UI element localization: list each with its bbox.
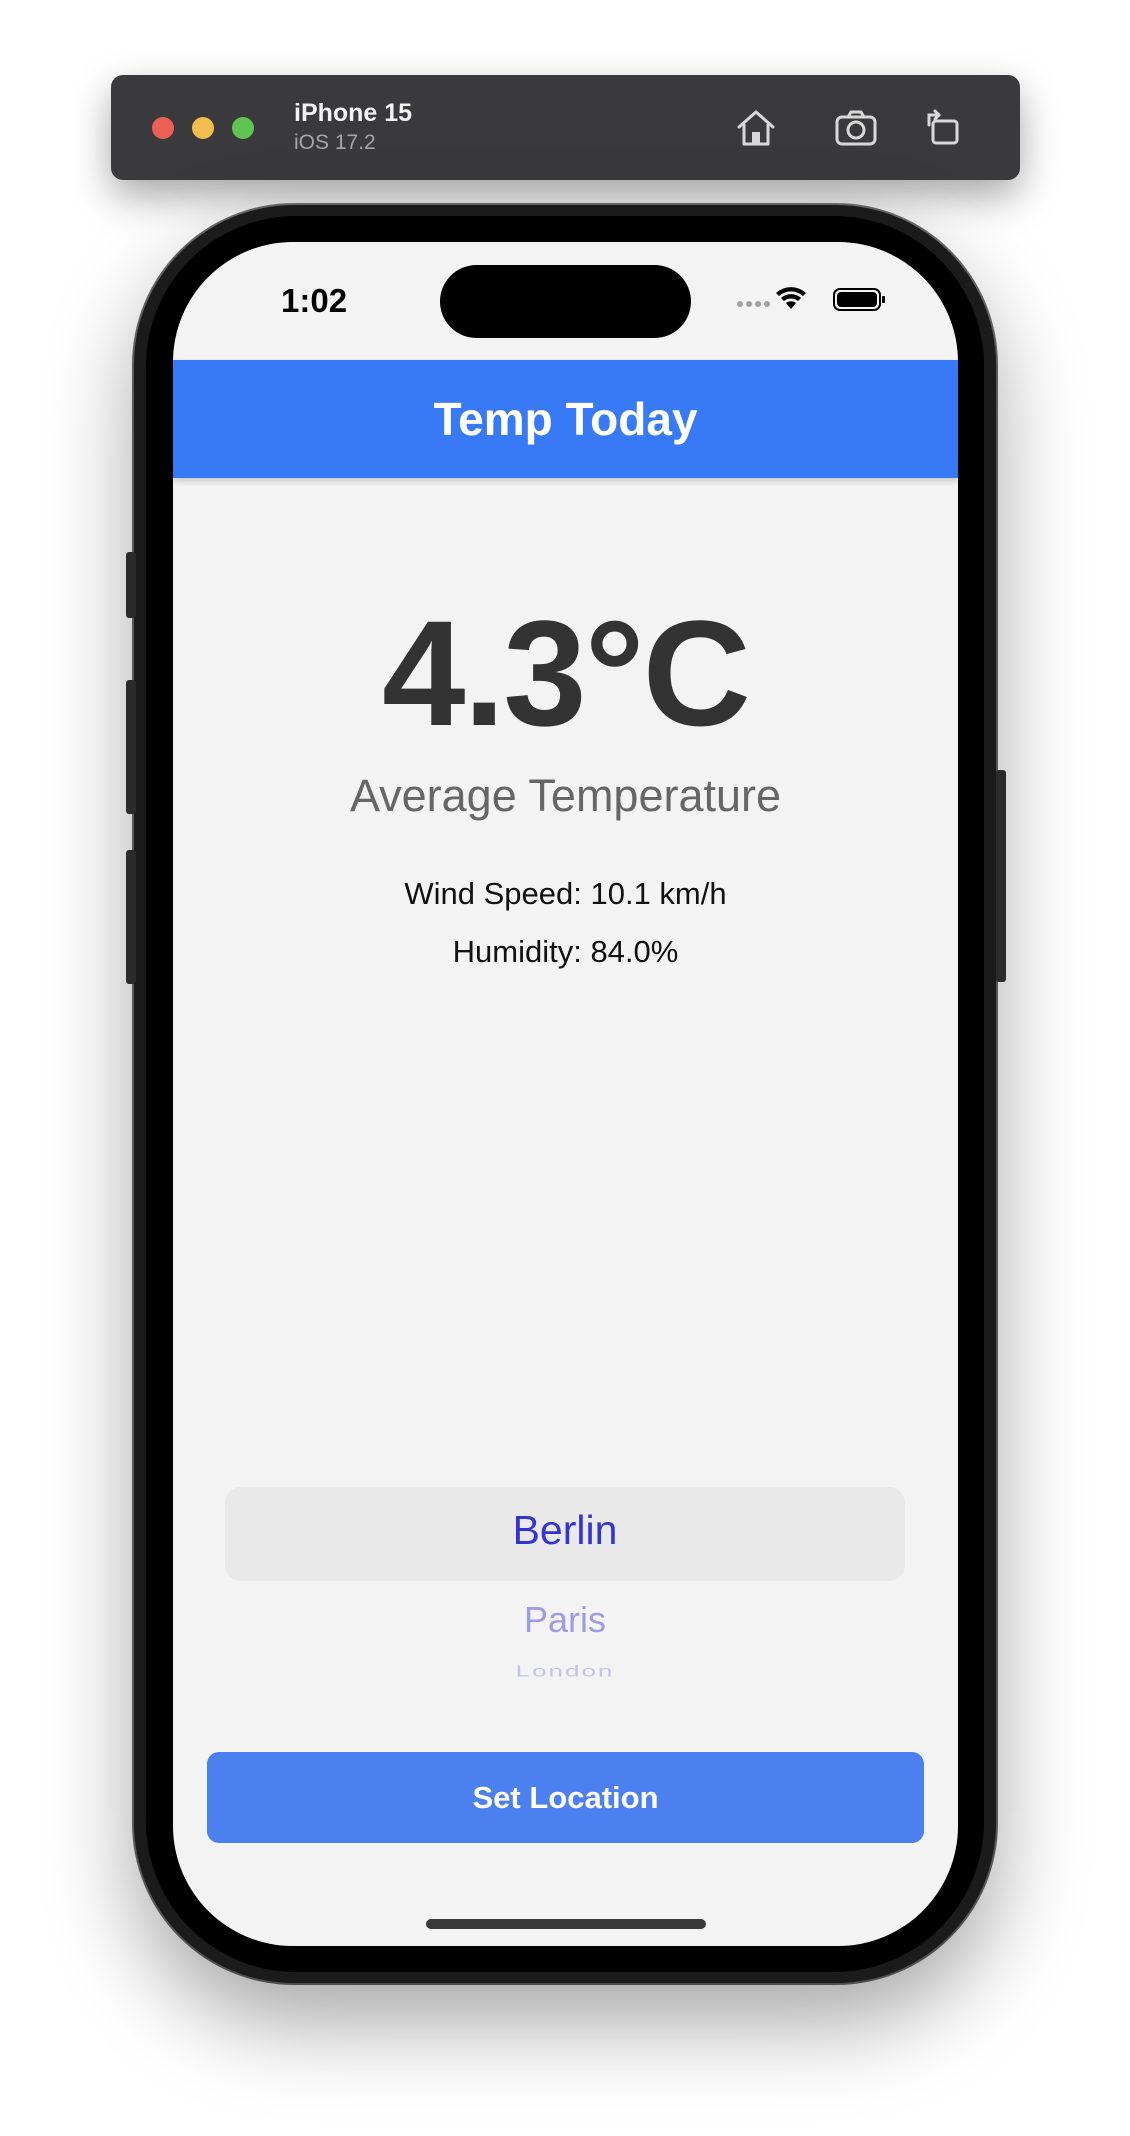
wind-speed-label: Wind Speed: 10.1 km/h [404,876,727,911]
cellular-dots-icon [737,301,770,307]
action-button [126,552,136,618]
home-icon[interactable] [731,103,781,153]
rotate-icon[interactable] [919,103,969,153]
status-time: 1:02 [281,282,348,319]
minimize-window-button[interactable] [192,117,214,139]
picker-option-london[interactable]: London [225,1662,905,1681]
picker-option-berlin[interactable]: Berlin [225,1507,905,1554]
phone-screen: 1:02 Temp Today 4.3°C Average Temperatur… [173,242,958,1946]
close-window-button[interactable] [152,117,174,139]
home-indicator[interactable] [426,1919,706,1929]
simulator-title-bar: iPhone 15 iOS 17.2 [111,75,1020,180]
page-title: Temp Today [433,393,698,445]
os-version: iOS 17.2 [294,131,376,154]
humidity-label: Humidity: 84.0% [452,934,679,969]
device-name: iPhone 15 [294,99,413,127]
volume-up-button [126,680,136,814]
screenshot-icon[interactable] [831,103,881,153]
wifi-icon [776,287,806,309]
power-button [996,770,1006,982]
app-header: Temp Today [173,360,958,478]
temperature-caption: Average Temperature [349,770,782,821]
zoom-window-button[interactable] [232,117,254,139]
set-location-button[interactable]: Set Location [207,1752,924,1843]
location-picker[interactable]: Berlin Paris London [225,1487,905,1717]
picker-option-paris[interactable]: Paris [225,1599,905,1641]
volume-down-button [126,850,136,984]
temperature-value: 4.3°C [382,589,751,757]
dynamic-island [440,265,691,338]
status-icons [737,287,885,311]
battery-icon [833,288,885,311]
